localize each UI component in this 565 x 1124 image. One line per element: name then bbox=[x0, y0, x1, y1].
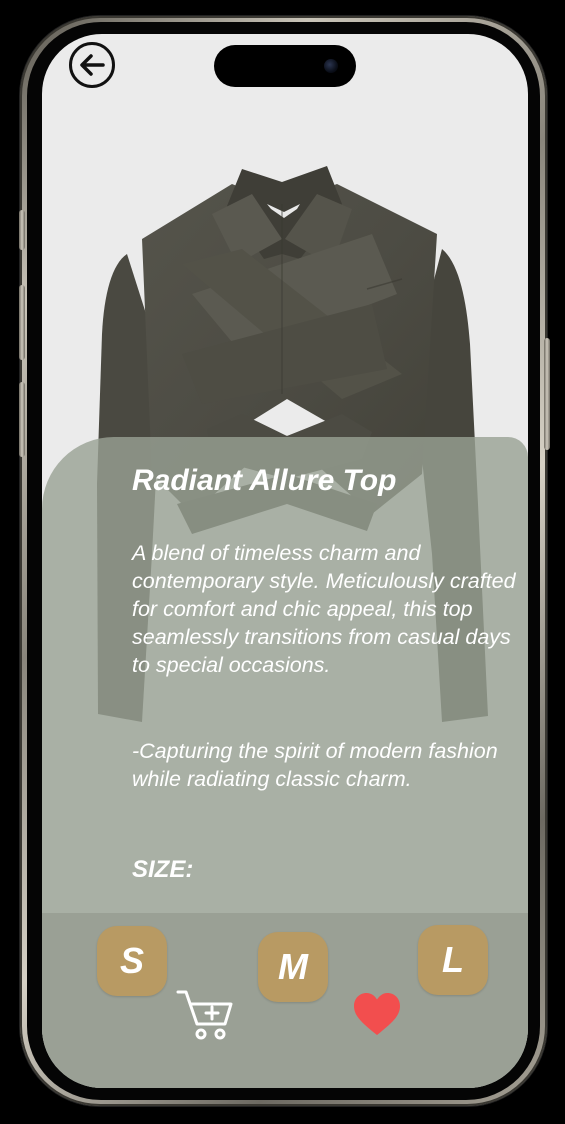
heart-icon bbox=[354, 993, 400, 1035]
favorite-button[interactable] bbox=[352, 992, 402, 1038]
size-label: SIZE: bbox=[132, 856, 194, 883]
arrow-left-icon bbox=[80, 54, 105, 76]
product-tagline: -Capturing the spirit of modern fashion … bbox=[132, 739, 498, 791]
power-button bbox=[544, 338, 550, 450]
add-to-cart-button[interactable] bbox=[175, 984, 235, 1044]
size-button-s[interactable]: S bbox=[97, 926, 167, 996]
action-button bbox=[19, 210, 25, 250]
size-button-l[interactable]: L bbox=[418, 925, 488, 995]
add-to-cart-icon bbox=[176, 990, 233, 1040]
size-button-m[interactable]: M bbox=[258, 932, 328, 1002]
volume-down-button bbox=[19, 382, 25, 457]
product-title: Radiant Allure Top bbox=[132, 464, 397, 497]
product-description: A blend of timeless charm and contempora… bbox=[132, 541, 516, 677]
dynamic-island bbox=[214, 45, 356, 87]
back-button[interactable] bbox=[69, 42, 115, 88]
app-screen: Radiant Allure Top A blend of timeless c… bbox=[42, 34, 528, 1088]
volume-up-button bbox=[19, 285, 25, 360]
camera-lens bbox=[324, 59, 338, 73]
